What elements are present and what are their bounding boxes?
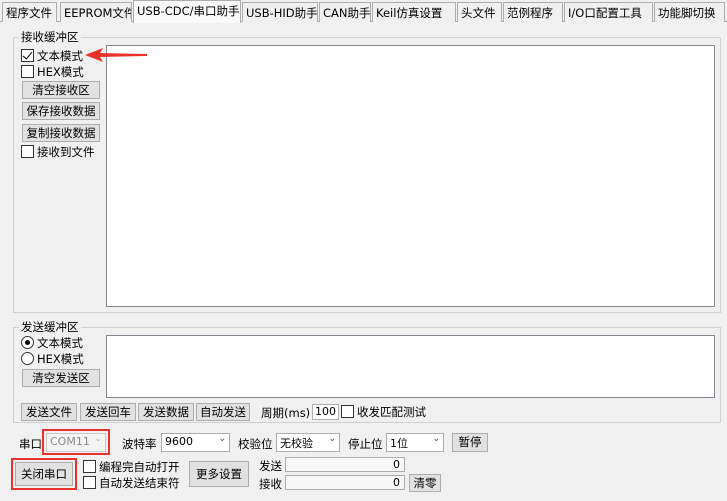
send-enter-button[interactable]: 发送回车 <box>80 403 136 421</box>
period-label: 周期(ms) <box>261 406 311 420</box>
receive-text-mode-checkbox[interactable] <box>21 49 34 62</box>
receive-group-label: 接收缓冲区 <box>19 29 81 45</box>
tab-keil-sim[interactable]: Keil仿真设置 <box>372 2 456 22</box>
baud-value: 9600 <box>165 435 193 448</box>
tab-label: 程序文件 <box>6 6 52 20</box>
tab-label: 范例程序 <box>507 6 553 20</box>
match-test-label: 收发匹配测试 <box>357 405 426 419</box>
tab-label: CAN助手 <box>323 6 371 20</box>
parity-label: 校验位 <box>238 437 273 451</box>
chevron-down-icon: ⌄ <box>328 434 336 444</box>
send-text-mode-radio[interactable] <box>21 336 34 349</box>
tab-eeprom-file[interactable]: EEPROM文件 <box>60 2 132 22</box>
save-receive-button[interactable]: 保存接收数据 <box>22 102 100 120</box>
tab-can[interactable]: CAN助手 <box>319 2 371 22</box>
stop-bits-value: 1位 <box>390 437 408 450</box>
more-settings-button[interactable]: 更多设置 <box>189 461 249 487</box>
tab-program-file[interactable]: 程序文件 <box>2 2 57 22</box>
tab-label: USB-CDC/串口助手 <box>137 4 240 18</box>
tab-pin-switch[interactable]: 功能脚切换 <box>654 2 725 22</box>
annotation-highlight-close <box>11 458 77 490</box>
stop-bits-select[interactable]: 1位 ⌄ <box>386 433 444 452</box>
send-text-area[interactable] <box>106 335 715 398</box>
clear-receive-button[interactable]: 清空接收区 <box>22 81 100 99</box>
tab-usb-hid[interactable]: USB-HID助手 <box>242 2 318 22</box>
receive-to-file-label: 接收到文件 <box>37 145 95 159</box>
tab-label: EEPROM文件 <box>64 6 132 20</box>
baud-label: 波特率 <box>122 437 157 451</box>
send-data-button[interactable]: 发送数据 <box>138 403 194 421</box>
annotation-arrow-icon <box>85 48 147 62</box>
parity-value: 无校验 <box>280 437 313 450</box>
parity-select[interactable]: 无校验 ⌄ <box>276 433 340 452</box>
clear-count-button[interactable]: 清零 <box>409 474 441 492</box>
match-test-checkbox[interactable] <box>341 405 354 418</box>
clear-send-button[interactable]: 清空发送区 <box>22 369 100 387</box>
receive-text-area[interactable] <box>106 45 715 307</box>
receive-to-file-checkbox[interactable] <box>21 145 34 158</box>
send-file-button[interactable]: 发送文件 <box>21 403 77 421</box>
chevron-down-icon: ⌄ <box>432 434 440 444</box>
auto-send-button[interactable]: 自动发送 <box>196 403 250 421</box>
tab-label: 功能脚切换 <box>658 6 716 20</box>
auto-send-end-label: 自动发送结束符 <box>99 476 180 490</box>
auto-open-label: 编程完自动打开 <box>99 460 180 474</box>
recv-count-field: 0 <box>285 475 405 490</box>
receive-text-mode-label: 文本模式 <box>37 49 83 63</box>
send-text-mode-label: 文本模式 <box>37 336 83 350</box>
send-count-label: 发送 <box>259 459 282 473</box>
receive-hex-mode-label: HEX模式 <box>37 65 84 79</box>
tab-examples[interactable]: 范例程序 <box>503 2 563 22</box>
send-hex-mode-label: HEX模式 <box>37 352 84 366</box>
tab-label: I/O口配置工具 <box>568 6 642 20</box>
port-label: 串口 <box>19 437 42 451</box>
send-group-label: 发送缓冲区 <box>19 319 81 335</box>
pause-button[interactable]: 暂停 <box>452 433 488 452</box>
tab-bar: 程序文件 EEPROM文件 USB-CDC/串口助手 USB-HID助手 CAN… <box>0 0 727 23</box>
tab-usb-cdc-serial[interactable]: USB-CDC/串口助手 <box>133 0 241 23</box>
auto-send-end-checkbox[interactable] <box>83 476 96 489</box>
baud-select[interactable]: 9600 ⌄ <box>161 433 230 452</box>
annotation-highlight-port <box>42 429 110 455</box>
tab-label: 头文件 <box>461 6 496 20</box>
copy-receive-button[interactable]: 复制接收数据 <box>22 124 100 142</box>
tab-header-file[interactable]: 头文件 <box>457 2 502 22</box>
stop-bits-label: 停止位 <box>348 437 383 451</box>
period-input[interactable]: 100 <box>312 404 339 420</box>
send-count-field: 0 <box>285 457 405 472</box>
tab-io-config[interactable]: I/O口配置工具 <box>564 2 653 22</box>
tab-label: USB-HID助手 <box>246 6 318 20</box>
tab-label: Keil仿真设置 <box>376 6 443 20</box>
recv-count-label: 接收 <box>259 477 282 491</box>
receive-hex-mode-checkbox[interactable] <box>21 65 34 78</box>
auto-open-checkbox[interactable] <box>83 460 96 473</box>
send-hex-mode-radio[interactable] <box>21 352 34 365</box>
chevron-down-icon: ⌄ <box>218 434 226 444</box>
